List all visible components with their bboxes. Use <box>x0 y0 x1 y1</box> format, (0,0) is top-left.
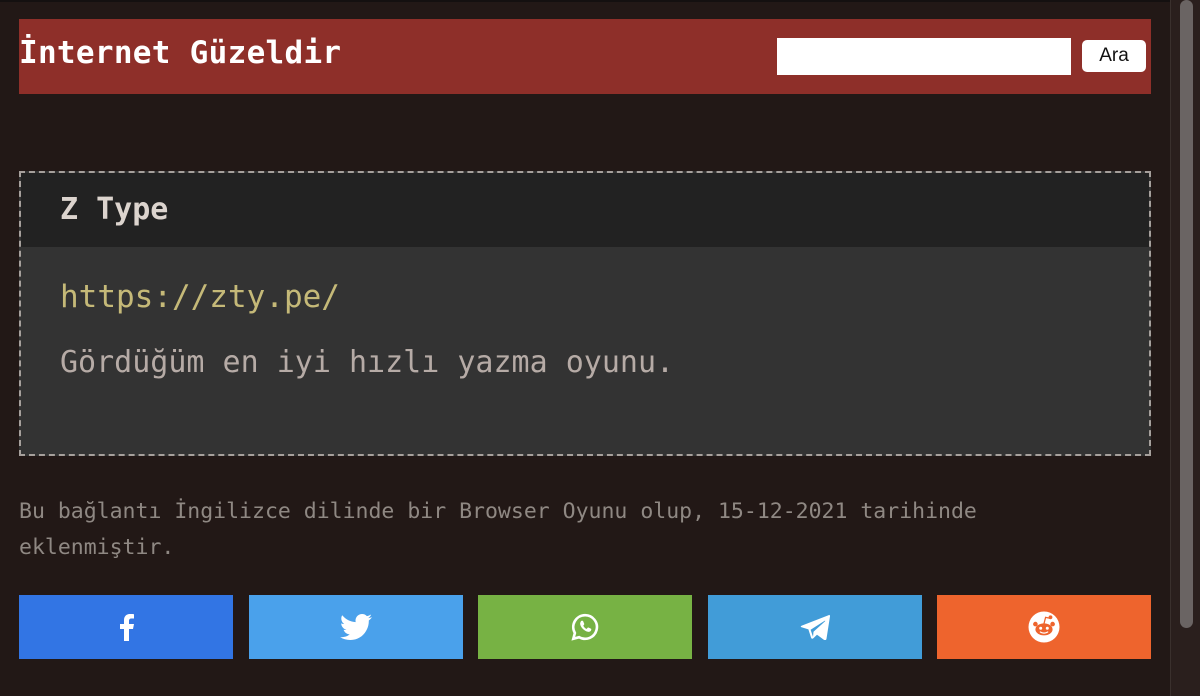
reddit-icon <box>1028 611 1060 643</box>
entry-url-link[interactable]: https://zty.pe/ <box>60 279 340 315</box>
search-input[interactable] <box>777 38 1071 75</box>
scrollbar-thumb[interactable] <box>1180 0 1193 628</box>
share-bar <box>19 595 1151 659</box>
share-telegram-button[interactable] <box>708 595 922 659</box>
whatsapp-icon <box>571 613 599 641</box>
share-facebook-button[interactable] <box>19 595 233 659</box>
telegram-icon <box>800 614 830 640</box>
window-top-edge <box>0 0 1170 2</box>
share-whatsapp-button[interactable] <box>478 595 692 659</box>
entry-card: Z Type https://zty.pe/ Gördüğüm en iyi h… <box>19 171 1151 456</box>
entry-title: Z Type <box>60 192 169 227</box>
twitter-icon <box>340 614 372 640</box>
scrollbar[interactable] <box>1170 0 1200 696</box>
entry-meta-text: Bu bağlantı İngilizce dilinde bir Browse… <box>19 499 977 560</box>
entry-description: Gördüğüm en iyi hızlı yazma oyunu. <box>60 345 675 380</box>
facebook-icon <box>120 614 134 641</box>
site-title[interactable]: İnternet Güzeldir <box>19 35 341 71</box>
share-twitter-button[interactable] <box>249 595 463 659</box>
entry-card-header: Z Type <box>21 173 1149 247</box>
site-header: İnternet Güzeldir Ara <box>19 19 1151 94</box>
search-button[interactable]: Ara <box>1082 40 1146 72</box>
share-reddit-button[interactable] <box>937 595 1151 659</box>
